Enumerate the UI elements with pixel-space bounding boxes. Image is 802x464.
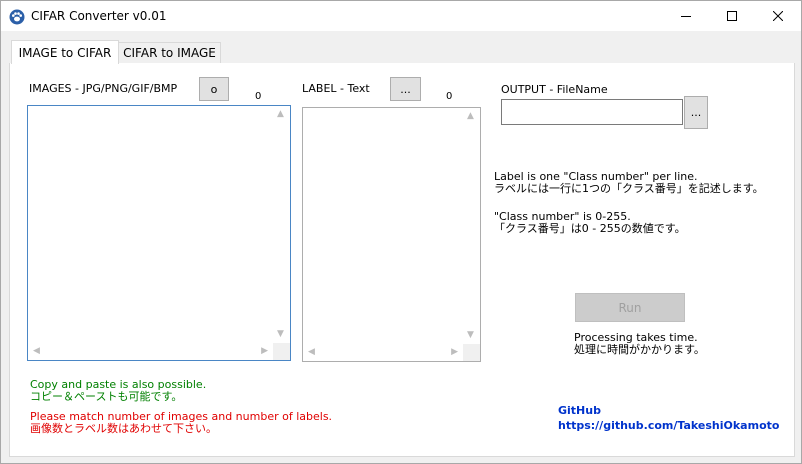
info-line-2: ラベルには一行に1つの「クラス番号」を記述します。 <box>494 182 764 195</box>
run-button[interactable]: Run <box>575 293 685 322</box>
images-listbox[interactable]: ▲ ▼ ◀ ▶ <box>27 105 291 361</box>
paw-app-icon <box>9 9 25 25</box>
labels-textbox[interactable]: ▲ ▼ ◀ ▶ <box>302 107 481 362</box>
scroll-down-arrow-icon[interactable]: ▼ <box>277 330 284 339</box>
maximize-button[interactable] <box>709 1 755 31</box>
labels-vertical-scrollbar[interactable]: ▲ ▼ <box>463 108 480 344</box>
output-browse-button[interactable]: ... <box>684 96 708 129</box>
minimize-icon <box>681 16 691 17</box>
title-bar[interactable]: CIFAR Converter v0.01 <box>1 1 801 31</box>
window-title: CIFAR Converter v0.01 <box>31 9 167 23</box>
images-label: IMAGES - JPG/PNG/GIF/BMP <box>29 82 178 95</box>
app-window: CIFAR Converter v0.01 IMAGE to CIFAR CIF… <box>0 0 802 464</box>
output-label: OUTPUT - FileName <box>501 83 608 96</box>
github-title[interactable]: GitHub <box>558 405 601 417</box>
maximize-icon <box>727 11 737 21</box>
scroll-down-arrow-icon[interactable]: ▼ <box>467 331 474 340</box>
scroll-right-arrow-icon[interactable]: ▶ <box>451 348 458 357</box>
close-button[interactable] <box>755 1 801 31</box>
scroll-up-arrow-icon[interactable]: ▲ <box>467 112 474 121</box>
close-icon <box>773 11 783 21</box>
minimize-button[interactable] <box>663 1 709 31</box>
images-vertical-scrollbar[interactable]: ▲ ▼ <box>273 106 290 343</box>
copy-paste-hint-2: コピー＆ペーストも可能です。 <box>30 390 183 403</box>
scroll-left-arrow-icon[interactable]: ◀ <box>308 348 315 357</box>
labels-browse-button[interactable]: ... <box>390 77 421 101</box>
scroll-corner <box>463 344 480 361</box>
github-link[interactable]: https://github.com/TakeshiOkamoto <box>558 420 779 432</box>
labels-count: 0 <box>446 91 453 102</box>
scroll-right-arrow-icon[interactable]: ▶ <box>261 347 268 356</box>
tab-image-to-cifar[interactable]: IMAGE to CIFAR <box>11 40 119 64</box>
images-count: 0 <box>255 91 262 102</box>
tab-cifar-to-image[interactable]: CIFAR to IMAGE <box>119 42 221 63</box>
scroll-corner <box>273 343 290 360</box>
images-horizontal-scrollbar[interactable]: ◀ ▶ <box>28 343 273 360</box>
labels-label: LABEL - Text <box>302 82 370 95</box>
match-count-hint-2: 画像数とラベル数はあわせて下さい。 <box>30 422 217 435</box>
output-filename-input[interactable] <box>501 99 683 125</box>
scroll-up-arrow-icon[interactable]: ▲ <box>277 110 284 119</box>
labels-horizontal-scrollbar[interactable]: ◀ ▶ <box>303 344 463 361</box>
run-note-2: 処理に時間がかかります。 <box>574 343 705 356</box>
scroll-left-arrow-icon[interactable]: ◀ <box>33 347 40 356</box>
info-line-4: 「クラス番号」は0 - 255の数値です。 <box>494 222 686 235</box>
images-browse-button[interactable]: o <box>199 77 229 101</box>
